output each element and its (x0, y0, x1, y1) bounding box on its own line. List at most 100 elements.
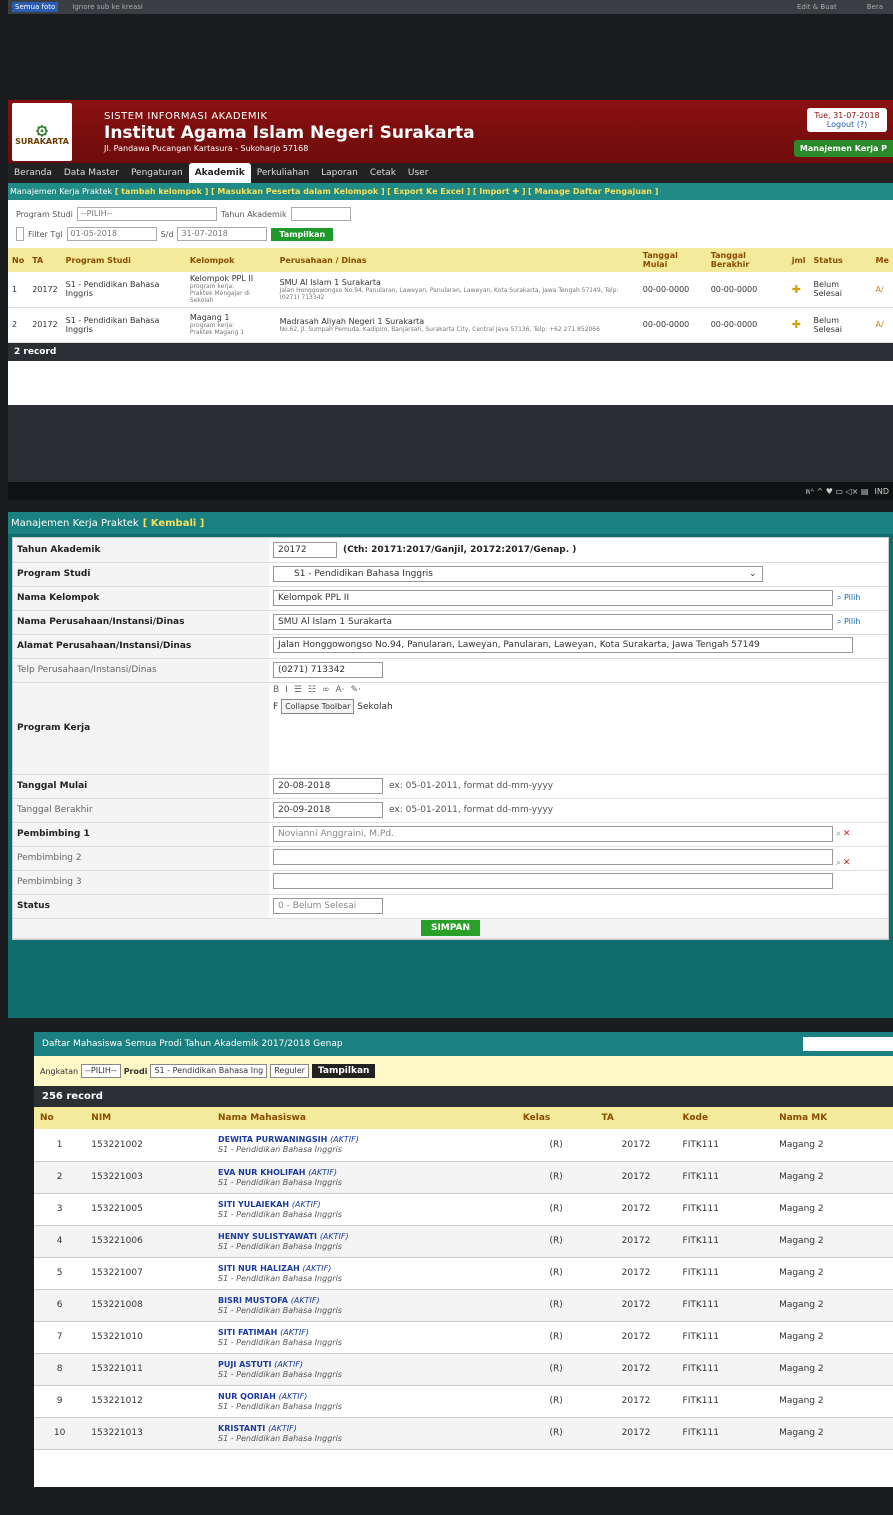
row-akhir: 00-00-0000 (706, 272, 788, 308)
kelas-select[interactable]: Reguler (270, 1064, 309, 1078)
remove-icon[interactable]: ✕ (843, 858, 851, 868)
nav-perkuliahan[interactable]: Perkuliahan (251, 168, 315, 178)
student-status: (AKTIF) (268, 1423, 297, 1433)
row-ta: 20172 (595, 1289, 677, 1322)
add-member-icon[interactable]: ✚ (787, 307, 810, 343)
pembimbing2-input[interactable] (273, 848, 833, 865)
dark-band (8, 14, 893, 100)
row-nama: DEWITA PURWANINGSIH (AKTIF) S1 - Pendidik… (212, 1129, 517, 1162)
col-tanggal-mulai: Tanggal Mulai (638, 248, 707, 272)
link-icon[interactable]: ∞ (322, 685, 330, 695)
table-row: 6 153221008 BISRI MUSTOFA (AKTIF) S1 - Pe… (34, 1289, 893, 1322)
prodi-select[interactable]: S1 - Pendidikan Bahasa Inggris (273, 566, 763, 582)
kelompok-input[interactable]: Kelompok PPL II (273, 590, 833, 606)
photos-button[interactable]: Semua foto (12, 2, 59, 12)
simpan-button[interactable]: SIMPAN (420, 920, 481, 936)
institution-name: Institut Agama Islam Negeri Surakarta (104, 122, 475, 143)
remove-icon[interactable]: ✕ (843, 829, 851, 839)
row-prodi: S1 - Pendidikan Bahasa Inggris (61, 307, 186, 343)
masukkan-peserta-link[interactable]: [ Masukkan Peserta dalam Kelompok ] (211, 187, 385, 196)
filter-tgl-checkbox[interactable] (16, 227, 24, 241)
alamat-input[interactable]: Jalan Honggowongso No.94, Panularan, Law… (273, 636, 853, 653)
add-member-icon[interactable]: ✚ (787, 272, 810, 308)
tampilkan-button[interactable]: Tampilkan (311, 1064, 376, 1078)
nav-akademik[interactable]: Akademik (188, 163, 251, 183)
student-name-link[interactable]: EVA NUR KHOLIFAH (AKTIF) (218, 1168, 337, 1177)
row-ta: 20172 (595, 1417, 677, 1450)
col-no: No (8, 248, 29, 272)
mulai-input[interactable]: 20-08-2018 (273, 778, 383, 794)
tgl-from-input[interactable]: 01-05-2018 (66, 227, 157, 241)
student-name-link[interactable]: NUR QORIAH (AKTIF) (218, 1392, 307, 1401)
pembimbing3-input[interactable] (273, 872, 833, 889)
student-name-link[interactable]: KRISTANTI (AKTIF) (218, 1424, 297, 1433)
nav-laporan[interactable]: Laporan (315, 168, 364, 178)
angkatan-select[interactable]: --PILIH-- (81, 1064, 121, 1078)
export-excel-link[interactable]: [ Export Ke Excel ] (387, 187, 470, 196)
nav-beranda[interactable]: Beranda (8, 168, 58, 178)
prodi-select[interactable]: S1 - Pendidikan Bahasa Ing (150, 1064, 268, 1078)
edit-icon[interactable]: A/ (871, 272, 893, 308)
status-select[interactable]: 0 - Belum Selesai (273, 898, 383, 914)
student-name: KRISTANTI (218, 1423, 266, 1433)
row-no: 9 (34, 1385, 86, 1418)
telp-input[interactable]: (0271) 713342 (273, 662, 383, 678)
search-icon[interactable]: ⌕ (833, 829, 841, 839)
student-name-link[interactable]: SITI NUR HALIZAH (AKTIF) (218, 1264, 331, 1273)
student-name-link[interactable]: DEWITA PURWANINGSIH (AKTIF) (218, 1135, 359, 1144)
student-name-link[interactable]: SITI YULAIEKAH (AKTIF) (218, 1200, 321, 1209)
row-nim: 153221011 (85, 1353, 212, 1386)
mahasiswa-header: Daftar Mahasiswa Semua Prodi Tahun Akade… (34, 1032, 893, 1056)
share-button[interactable]: Bera (867, 3, 883, 11)
module-button[interactable]: Manajemen Kerja P (793, 140, 893, 157)
tahun-akademik-input[interactable] (290, 207, 351, 221)
tampilkan-button[interactable]: Tampilkan (271, 227, 334, 241)
row-kelompok: Magang 1 program kerja: Praktek Magang 1 (185, 307, 276, 343)
mahasiswa-table: No NIM Nama Mahasiswa Kelas TA Kode Nama… (34, 1107, 893, 1450)
edit-icon[interactable]: A/ (871, 307, 893, 343)
edit-button[interactable]: Edit & Buat (797, 3, 837, 11)
search-icon[interactable]: ⌕ (833, 858, 841, 868)
import-link[interactable]: [ Import ✚ ] (473, 187, 526, 196)
student-name-link[interactable]: BISRI MUSTOFA (AKTIF) (218, 1296, 320, 1305)
numbered-list-icon[interactable]: ☰ (294, 685, 302, 695)
row-kode: FITK111 (676, 1385, 774, 1418)
pilih-perusahaan-button[interactable]: ⌕ Pilih (837, 617, 860, 626)
student-name-link[interactable]: SITI FATIMAH (AKTIF) (218, 1328, 309, 1337)
bold-icon[interactable]: B (273, 685, 279, 695)
search-input[interactable] (803, 1037, 893, 1051)
nav-pengaturan[interactable]: Pengaturan (125, 168, 189, 178)
nav-data-master[interactable]: Data Master (58, 168, 125, 178)
student-name-link[interactable]: HENNY SULISTYAWATI (AKTIF) (218, 1232, 349, 1241)
filter-tgl-label: Filter Tgl (28, 229, 63, 239)
italic-icon[interactable]: I (285, 685, 288, 695)
perusahaan-input[interactable]: SMU Al Islam 1 Surakarta (273, 614, 833, 630)
pembimbing1-input[interactable]: Novianni Anggraini, M.Pd. (273, 826, 833, 842)
nav-cetak[interactable]: Cetak (364, 168, 402, 178)
program-studi-select[interactable]: --PILIH-- (76, 207, 217, 221)
tahun-input[interactable]: 20172 (273, 541, 337, 558)
language-indicator[interactable]: IND (874, 487, 889, 496)
bullet-list-icon[interactable]: ☷ (308, 685, 316, 695)
student-prodi: S1 - Pendidikan Bahasa Inggris (218, 1401, 342, 1411)
tgl-to-input[interactable]: 31-07-2018 (177, 227, 268, 241)
highlight-icon[interactable]: ✎· (351, 685, 361, 695)
nav-user[interactable]: User (402, 168, 435, 178)
row-kelas: (R) (516, 1321, 596, 1354)
student-name-link[interactable]: PUJI ASTUTI (AKTIF) (218, 1360, 303, 1369)
kembali-link[interactable]: [ Kembali ] (143, 518, 205, 529)
text-color-icon[interactable]: A· (336, 685, 345, 695)
logout-link[interactable]: Logout (?) (811, 120, 883, 129)
program-kerja-editor[interactable]: F Collapse Toolbar Sekolah (273, 697, 884, 716)
tray-icons[interactable]: ʀᴬ ^ ♥ ▭ ◁× ▤ (806, 487, 869, 496)
collapse-toolbar-tooltip[interactable]: Collapse Toolbar (281, 698, 355, 714)
row-mulai: 00-00-0000 (638, 307, 707, 343)
row-no: 2 (34, 1161, 86, 1194)
col-ta: TA (595, 1107, 677, 1129)
chevron-down-icon[interactable]: ⌄ (749, 569, 757, 579)
pilih-kelompok-button[interactable]: ⌕ Pilih (837, 593, 860, 602)
mahasiswa-title: Daftar Mahasiswa Semua Prodi Tahun Akade… (42, 1039, 343, 1049)
akhir-input[interactable]: 20-09-2018 (273, 802, 383, 818)
tambah-kelompok-link[interactable]: [ tambah kelompok ] (115, 187, 209, 196)
manage-pengajuan-link[interactable]: [ Manage Daftar Pengajuan ] (528, 187, 658, 196)
